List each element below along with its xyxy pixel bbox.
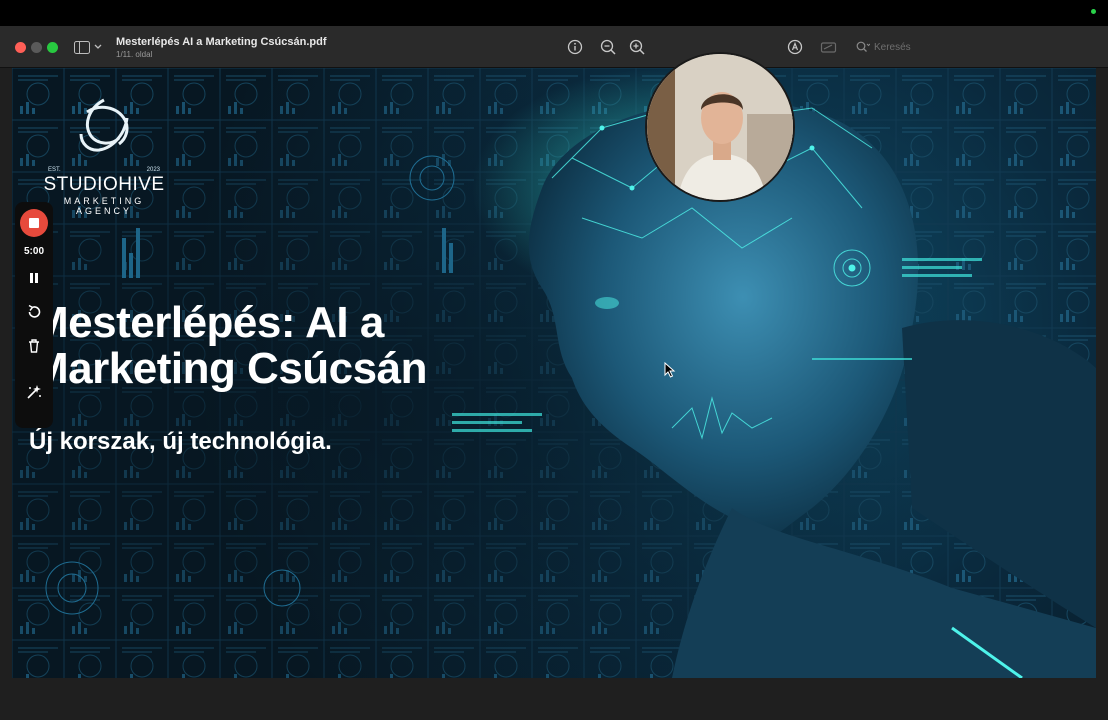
markup-icon[interactable] — [820, 38, 838, 56]
stop-recording-button[interactable] — [20, 209, 48, 237]
studiohive-logo: EST. 2023 STUDIOHIVE MARKETING AGENCY — [34, 94, 174, 216]
slide-subheadline: Új korszak, új technológia. — [29, 428, 332, 455]
search-input[interactable] — [874, 41, 944, 53]
titlebar: Mesterlépés AI a Marketing Csúcsán.pdf 1… — [0, 26, 1108, 68]
zoom-out-icon[interactable] — [599, 38, 617, 56]
pause-icon — [30, 273, 38, 283]
document-title: Mesterlépés AI a Marketing Csúcsán.pdf — [116, 36, 327, 48]
pause-button[interactable] — [24, 268, 44, 288]
sidebar-toggle-button[interactable] — [74, 38, 108, 56]
minimize-window-button[interactable] — [31, 42, 42, 53]
logo-line-marketing: MARKETING — [63, 196, 145, 206]
pdf-page: EST. 2023 STUDIOHIVE MARKETING AGENCY Me… — [12, 68, 1096, 678]
preview-window: Mesterlépés AI a Marketing Csúcsán.pdf 1… — [0, 26, 1108, 720]
effects-button[interactable] — [24, 382, 44, 402]
info-icon[interactable] — [566, 38, 584, 56]
effects-icon — [27, 385, 41, 399]
sidebar-icon — [74, 40, 90, 54]
chevron-down-icon — [94, 44, 102, 49]
status-indicator — [1091, 9, 1096, 14]
logo-line-agency: AGENCY — [75, 206, 132, 216]
system-menubar — [0, 0, 1108, 26]
headline-line-1: Mesterlépés: AI a — [32, 298, 384, 347]
search-icon — [856, 41, 870, 52]
search-field[interactable] — [856, 38, 946, 56]
delete-recording-button[interactable] — [24, 336, 44, 356]
restart-icon — [28, 304, 41, 318]
annotate-icon[interactable] — [786, 38, 804, 56]
zoom-in-icon[interactable] — [628, 38, 646, 56]
slide-headline: Mesterlépés: AI a Marketing Csúcsán — [32, 300, 512, 392]
mouse-cursor-icon — [664, 362, 676, 378]
presenter-video — [647, 54, 793, 200]
logo-name: STUDIOHIVE — [43, 174, 165, 195]
trash-icon — [29, 339, 39, 353]
recording-timer: 5:00 — [23, 246, 44, 257]
logo-est-year: 2023 — [146, 167, 160, 173]
logo-mark-icon — [79, 98, 129, 152]
logo-est-label: EST. — [48, 167, 61, 173]
close-window-button[interactable] — [15, 42, 26, 53]
restart-button[interactable] — [24, 302, 44, 322]
headline-line-2: Marketing Csúcsán — [32, 344, 427, 393]
maximize-window-button[interactable] — [47, 42, 58, 53]
recording-controls: 5:00 — [15, 202, 53, 428]
page-indicator: 1/11. oldal — [116, 50, 153, 59]
webcam-bubble[interactable] — [645, 52, 795, 202]
